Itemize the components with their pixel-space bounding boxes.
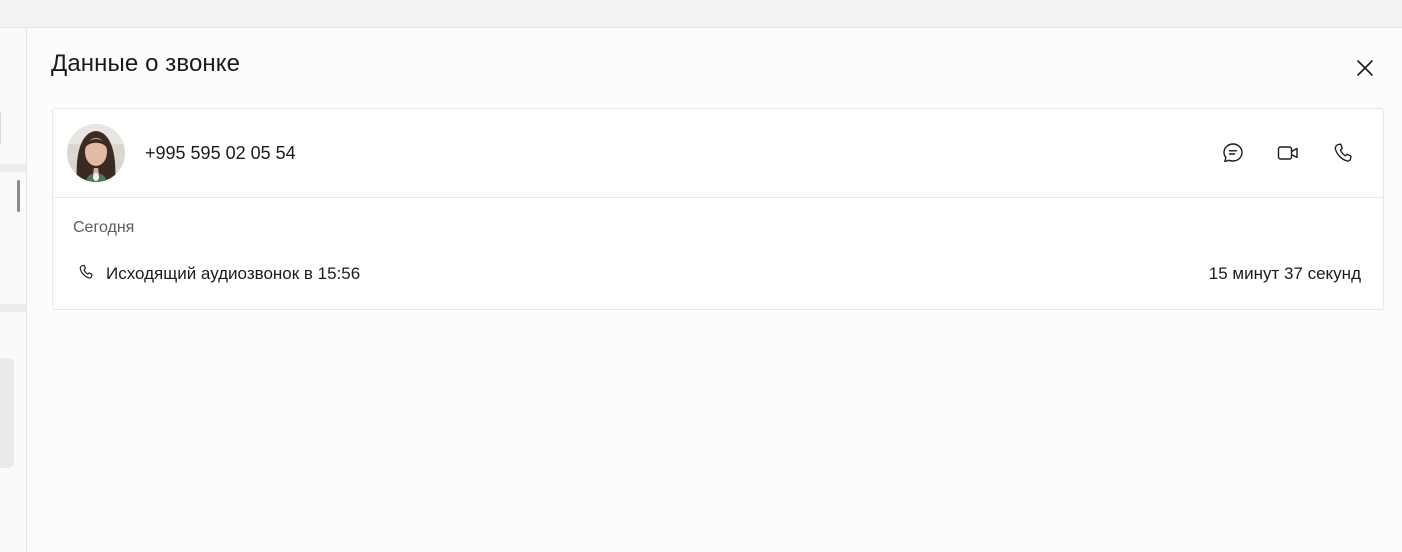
contact-photo-icon xyxy=(67,124,125,182)
close-window-icon[interactable] xyxy=(1374,0,1388,6)
call-details-card: +995 595 02 05 54 Сегодня Исходящий ауди… xyxy=(52,108,1384,310)
phone-icon xyxy=(79,264,93,279)
contact-phone-number: +995 595 02 05 54 xyxy=(145,143,296,163)
search-box-edge xyxy=(0,112,1,144)
list-separator xyxy=(0,164,26,172)
chat-bubble-icon xyxy=(1223,143,1243,163)
video-call-button[interactable] xyxy=(1274,139,1302,167)
audio-call-button[interactable] xyxy=(1329,139,1357,167)
conversation-list-edge xyxy=(0,28,27,552)
call-duration: 15 минут 37 секунд xyxy=(1208,264,1361,283)
list-separator xyxy=(0,304,26,312)
avatar[interactable] xyxy=(67,124,125,182)
video-camera-icon xyxy=(1277,146,1298,160)
call-history-entry: Исходящий аудиозвонок в 15:56 15 минут 3… xyxy=(53,259,1383,289)
close-icon xyxy=(1357,60,1373,76)
page-title: Данные о звонке xyxy=(51,50,241,77)
call-description: Исходящий аудиозвонок в 15:56 xyxy=(106,264,361,283)
restore-window-icon[interactable] xyxy=(1316,0,1330,6)
chat-button[interactable] xyxy=(1219,139,1247,167)
list-scrollbar[interactable] xyxy=(17,180,20,212)
phone-icon xyxy=(1334,143,1352,162)
history-date-label: Сегодня xyxy=(73,219,135,236)
list-item-edge[interactable] xyxy=(0,358,14,468)
contact-row: +995 595 02 05 54 xyxy=(53,109,1383,198)
window-titlebar xyxy=(0,0,1402,28)
call-details-panel: Данные о звонке +995 595 02 05 54 Сегодн… xyxy=(27,28,1402,552)
close-button[interactable] xyxy=(1353,56,1377,80)
